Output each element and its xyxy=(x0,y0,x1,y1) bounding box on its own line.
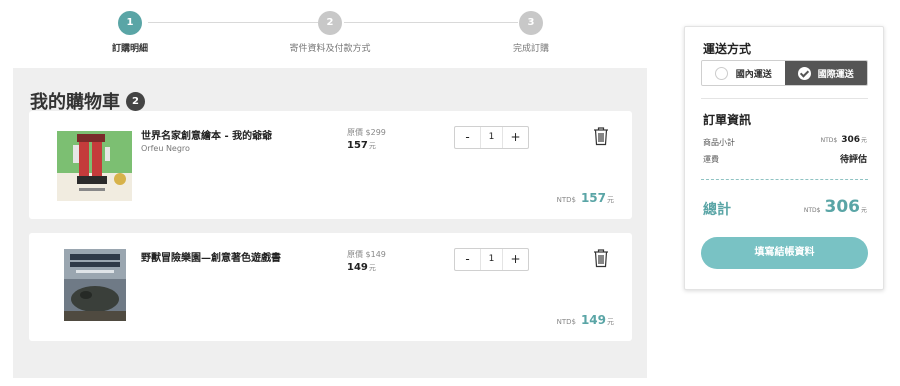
quantity-input[interactable]: 1 xyxy=(480,249,503,270)
check-circle-icon xyxy=(797,66,811,80)
domestic-shipping-label: 國內運送 xyxy=(735,69,772,80)
quantity-input[interactable]: 1 xyxy=(480,127,503,148)
cart-count-badge: 2 xyxy=(126,91,145,111)
step-label: 寄件資料及付款方式 xyxy=(289,44,371,54)
step-label: 完成訂購 xyxy=(512,44,549,54)
order-info-heading: 訂單資訊 xyxy=(703,113,752,127)
sale-price: 157元 xyxy=(347,140,376,151)
international-shipping-label: 國際運送 xyxy=(817,69,854,80)
step-shipping-payment: 2 寄件資料及付款方式 xyxy=(260,11,400,54)
cart-item: 野獸冒險樂園—創意著色遊戲書 原價 $149 149元 - 1 + NTD$ 1… xyxy=(29,233,632,341)
total-amount: NTD$ 306 元 xyxy=(804,197,867,217)
order-summary-panel: 運送方式 國內運送 國際運送 訂單資訊 商品小計 NTD$ 306元 運費 待評估… xyxy=(684,26,884,290)
subtotal-unit: 元 xyxy=(607,318,614,326)
subtotal-unit: 元 xyxy=(860,137,867,144)
total-value: 306 xyxy=(824,197,860,217)
item-subtotal: NTD$ 157 元 xyxy=(557,191,614,205)
item-name[interactable]: 世界名家創意繪本 - 我的爺爺 xyxy=(141,127,272,142)
step-order-details: 1 訂購明細 xyxy=(60,11,200,54)
item-subtotal: NTD$ 149 元 xyxy=(557,313,614,327)
checkout-button[interactable]: 填寫結帳資料 xyxy=(701,237,868,269)
domestic-shipping-option[interactable]: 國內運送 xyxy=(702,61,785,85)
trash-icon[interactable] xyxy=(592,248,610,268)
subtotal-amount: NTD$ 306元 xyxy=(821,135,867,145)
total-unit: 元 xyxy=(860,207,867,214)
increase-quantity-button[interactable]: + xyxy=(503,127,528,148)
shipping-method-toggle: 國內運送 國際運送 xyxy=(701,60,868,86)
subtotal-value: 306 xyxy=(841,135,860,145)
dashed-divider xyxy=(701,179,868,180)
item-author: Orfeu Negro xyxy=(141,144,190,153)
increase-quantity-button[interactable]: + xyxy=(503,249,528,270)
cart-item: 世界名家創意繪本 - 我的爺爺 Orfeu Negro 原價 $299 157元… xyxy=(29,111,632,219)
step-number: 1 xyxy=(118,11,142,35)
subtotal-value: 157 xyxy=(580,191,606,205)
item-name[interactable]: 野獸冒險樂園—創意著色遊戲書 xyxy=(141,249,281,264)
subtotal-label: 商品小計 xyxy=(703,138,735,147)
quantity-stepper: - 1 + xyxy=(454,248,529,271)
currency-label: NTD$ xyxy=(820,137,838,144)
price-value: 149 xyxy=(347,262,368,273)
total-label: 總計 xyxy=(703,202,731,218)
international-shipping-option[interactable]: 國際運送 xyxy=(784,61,867,85)
decrease-quantity-button[interactable]: - xyxy=(455,127,480,148)
book-cover-image[interactable] xyxy=(57,131,132,201)
subtotal-value: 149 xyxy=(580,313,606,327)
shipping-fee-value: 待評估 xyxy=(839,155,867,165)
checkout-stepper: 1 訂購明細 2 寄件資料及付款方式 3 完成訂購 xyxy=(0,0,660,60)
price-value: 157 xyxy=(347,140,368,151)
radio-unchecked-icon xyxy=(714,66,728,80)
step-number: 2 xyxy=(318,11,342,35)
step-label: 訂購明細 xyxy=(111,44,148,54)
trash-icon[interactable] xyxy=(592,126,610,146)
currency-label: NTD$ xyxy=(803,207,821,214)
decrease-quantity-button[interactable]: - xyxy=(455,249,480,270)
price-unit: 元 xyxy=(368,264,376,272)
subtotal-unit: 元 xyxy=(607,196,614,204)
price-unit: 元 xyxy=(368,142,376,150)
step-complete: 3 完成訂購 xyxy=(461,11,601,54)
shipping-fee-label: 運費 xyxy=(703,155,719,164)
sale-price: 149元 xyxy=(347,262,376,273)
quantity-stepper: - 1 + xyxy=(454,126,529,149)
divider xyxy=(701,98,868,99)
original-price: 原價 $149 xyxy=(347,250,386,259)
currency-label: NTD$ xyxy=(556,318,576,326)
shipping-method-heading: 運送方式 xyxy=(703,42,752,56)
cart-panel: 我的購物車 2 世界名家創意繪本 - 我的爺爺 Orfeu Negro 原價 $… xyxy=(13,68,647,378)
currency-label: NTD$ xyxy=(556,196,576,204)
original-price: 原價 $299 xyxy=(347,128,386,137)
step-number: 3 xyxy=(519,11,543,35)
book-cover-image[interactable] xyxy=(64,249,126,321)
